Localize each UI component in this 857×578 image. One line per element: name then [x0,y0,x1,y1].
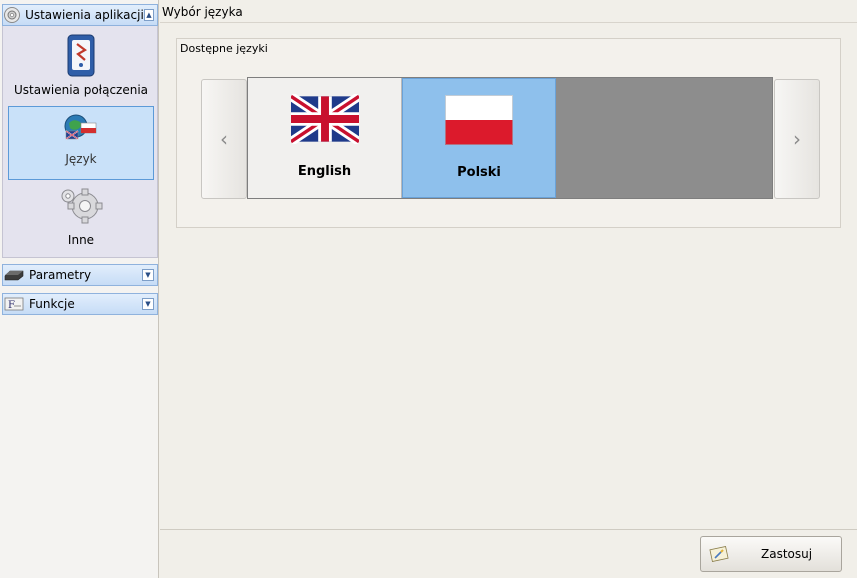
uk-flag-icon [287,92,362,146]
sidebar-item-other[interactable]: Inne [8,184,154,254]
sidebar-item-connection-settings[interactable]: Ustawienia połączenia [8,34,154,106]
group-header-label: Ustawienia aplikacji [25,8,144,22]
apply-button-label: Zastosuj [761,547,813,561]
divider [160,22,857,23]
language-list: English Polski [247,77,773,199]
group-header-label: Funkcje [29,297,75,311]
function-icon: F [3,294,25,314]
sidebar-item-language[interactable]: Język [8,106,154,180]
device-connection-icon [65,34,97,81]
language-tile-english[interactable]: English [248,78,402,198]
app-settings-panel: Ustawienia połączenia Język Inne [2,26,158,258]
sidebar-item-label: Język [65,152,97,166]
group-header-functions[interactable]: F Funkcje ▼ [2,293,158,315]
divider [160,529,857,530]
gear-icon [58,184,104,231]
apply-icon [709,545,731,563]
chevron-left-icon: ‹ [220,127,228,151]
language-tile-polish[interactable]: Polski [402,78,556,198]
svg-text:F: F [8,300,15,311]
device-icon [3,265,25,285]
poland-flag-icon [445,95,513,145]
gear-small-icon [3,5,21,25]
chevron-up-icon[interactable]: ▲ [143,9,154,21]
chevron-right-icon: › [793,127,801,151]
chevron-down-icon[interactable]: ▼ [142,269,154,281]
language-name: English [297,164,352,179]
apply-button[interactable]: Zastosuj [700,536,842,572]
group-title: Dostępne języki [180,42,268,55]
globe-flags-icon [63,113,99,146]
scroll-right-button[interactable]: › [774,79,820,199]
page-title: Wybór języka [162,5,243,19]
group-header-app-settings[interactable]: Ustawienia aplikacji ▲ [2,4,158,26]
sidebar-item-label: Ustawienia połączenia [13,83,149,97]
scroll-left-button[interactable]: ‹ [201,79,247,199]
chevron-down-icon[interactable]: ▼ [142,298,154,310]
sidebar-item-label: Inne [67,233,95,247]
sidebar: Ustawienia aplikacji ▲ Ustawienia połącz… [0,0,159,578]
available-languages-group: Dostępne języki ‹ English Polski › [176,38,841,228]
language-name: Polski [457,165,501,180]
group-header-label: Parametry [29,268,92,282]
group-header-parameters[interactable]: Parametry ▼ [2,264,158,286]
